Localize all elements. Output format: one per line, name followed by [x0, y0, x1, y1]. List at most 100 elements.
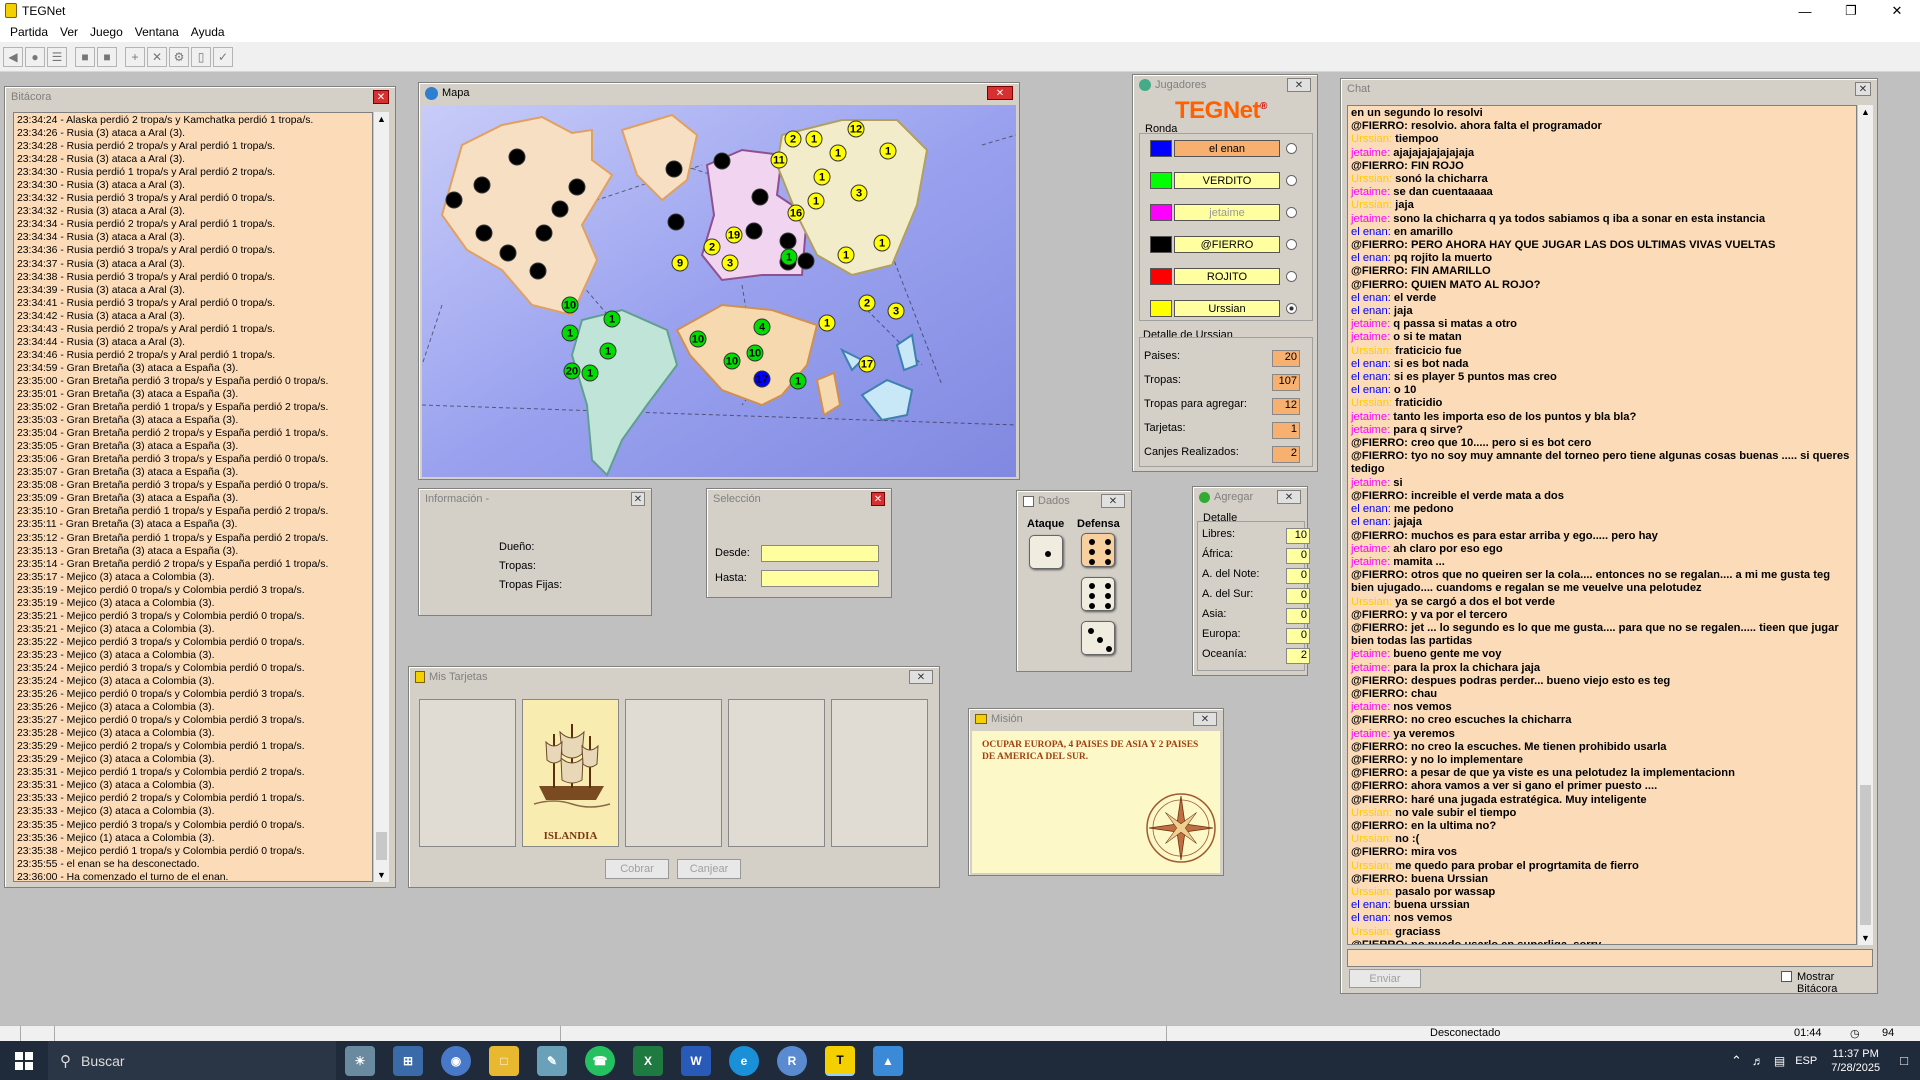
country-marker[interactable]: 16	[787, 204, 805, 222]
country-marker[interactable]: 3	[667, 213, 685, 231]
list-icon[interactable]: ☰	[47, 46, 67, 67]
agregar-value[interactable]: 0	[1286, 568, 1310, 584]
country-marker[interactable]: 11	[770, 151, 788, 169]
country-marker[interactable]: 2	[858, 294, 876, 312]
player-row[interactable]: jetaime	[1150, 204, 1300, 222]
agregar-value[interactable]: 0	[1286, 588, 1310, 604]
mision-close-button[interactable]: ✕	[1193, 712, 1217, 726]
country-marker[interactable]: 1	[813, 168, 831, 186]
player-radio[interactable]	[1286, 271, 1297, 282]
world-map[interactable]: 1121111112232111921932112111113161111110…	[422, 105, 1016, 477]
country-marker[interactable]: 10	[561, 296, 579, 314]
end-turn-icon[interactable]: ✓	[213, 46, 233, 67]
country-marker[interactable]: 2	[445, 191, 463, 209]
calculator-app-icon[interactable]: ⊞	[393, 1045, 423, 1076]
agregar-value[interactable]: 2	[1286, 648, 1310, 664]
chat-close-button[interactable]: ✕	[1855, 82, 1871, 96]
agregar-value[interactable]: 0	[1286, 548, 1310, 564]
country-marker[interactable]: 2	[784, 130, 802, 148]
country-marker[interactable]: 4	[753, 318, 771, 336]
whatsapp-icon[interactable]: ☎	[585, 1045, 615, 1076]
card-slot-empty[interactable]	[728, 699, 825, 847]
country-marker[interactable]: 9	[671, 254, 689, 272]
agregar-close-button[interactable]: ✕	[1277, 490, 1301, 504]
add-icon[interactable]: +	[125, 46, 145, 67]
player-row[interactable]: VERDITO	[1150, 172, 1300, 190]
attack-icon[interactable]: ✕	[147, 46, 167, 67]
country-marker[interactable]: 1	[535, 224, 553, 242]
bitacora-close-button[interactable]: ✕	[373, 90, 389, 104]
mostrar-bitacora-checkbox[interactable]	[1781, 971, 1792, 982]
menu-ventana[interactable]: Ventana	[129, 25, 185, 39]
stop-icon[interactable]: ●	[25, 46, 45, 67]
player-row[interactable]: el enan	[1150, 140, 1300, 158]
tray-chevron-icon[interactable]: ⌃	[1731, 1053, 1742, 1069]
menu-ayuda[interactable]: Ayuda	[185, 25, 231, 39]
r-app-icon[interactable]: R	[777, 1045, 807, 1076]
canjear-button[interactable]: Canjear	[677, 859, 741, 879]
player-row[interactable]: Urssian	[1150, 300, 1300, 318]
country-marker[interactable]: 1	[829, 144, 847, 162]
country-marker[interactable]: 1	[568, 178, 586, 196]
country-marker[interactable]: 2	[713, 152, 731, 170]
country-marker[interactable]: 1	[473, 176, 491, 194]
player-row[interactable]: ROJITO	[1150, 268, 1300, 286]
cobrar-button[interactable]: Cobrar	[605, 859, 669, 879]
country-marker[interactable]: 1	[529, 262, 547, 280]
notifications-icon[interactable]: □	[1900, 1053, 1908, 1068]
hasta-field[interactable]	[761, 570, 879, 587]
country-marker[interactable]: 1	[499, 244, 517, 262]
tarjetas-close-button[interactable]: ✕	[909, 670, 933, 684]
image-app-icon[interactable]: ▲	[873, 1045, 903, 1076]
country-marker[interactable]: 1	[603, 310, 621, 328]
word-icon[interactable]: W	[681, 1045, 711, 1076]
mapa-close-button[interactable]: ✕	[987, 86, 1013, 100]
jugadores-close-button[interactable]: ✕	[1287, 78, 1311, 92]
country-marker[interactable]: 12	[847, 120, 865, 138]
agregar-value[interactable]: 10	[1286, 528, 1310, 544]
chat-scrollbar[interactable]: ▲ ▼	[1857, 105, 1873, 945]
volume-icon[interactable]: ♬	[1752, 1054, 1764, 1068]
country-marker[interactable]: 3	[721, 254, 739, 272]
agregar-value[interactable]: 0	[1286, 628, 1310, 644]
regroup-icon[interactable]: ⚙	[169, 46, 189, 67]
country-marker[interactable]: 3	[887, 302, 905, 320]
country-marker[interactable]: 1	[780, 248, 798, 266]
agregar-value[interactable]: 0	[1286, 608, 1310, 624]
country-marker[interactable]: 1	[818, 314, 836, 332]
country-marker[interactable]: 10	[746, 344, 764, 362]
file-explorer-icon[interactable]: □	[489, 1045, 519, 1076]
notes-app-icon[interactable]: ✎	[537, 1045, 567, 1076]
edge-icon[interactable]: e	[729, 1045, 759, 1076]
weather-app-icon[interactable]: ☀	[345, 1045, 375, 1076]
menu-juego[interactable]: Juego	[84, 25, 129, 39]
country-marker[interactable]: 1	[745, 222, 763, 240]
tegnet-taskbar-icon[interactable]: T	[825, 1045, 855, 1076]
country-marker[interactable]: 2	[703, 238, 721, 256]
country-marker[interactable]: 1	[789, 372, 807, 390]
country-marker[interactable]: 17	[858, 355, 876, 373]
player-radio[interactable]	[1286, 239, 1297, 250]
connect-icon[interactable]: ◀	[3, 46, 23, 67]
desde-field[interactable]	[761, 545, 879, 562]
taskbar-search[interactable]: ⚲ Buscar	[48, 1041, 336, 1080]
close-window-button[interactable]: ✕	[1874, 0, 1920, 22]
country-marker[interactable]: 1	[879, 142, 897, 160]
country-marker[interactable]: 1	[805, 130, 823, 148]
country-marker[interactable]: 1	[561, 324, 579, 342]
country-marker[interactable]: 17	[753, 370, 771, 388]
windows-start-icon[interactable]	[0, 1051, 48, 1070]
country-marker[interactable]: 1	[807, 192, 825, 210]
card-icon[interactable]: ▯	[191, 46, 211, 67]
dados-close-button[interactable]: ✕	[1101, 494, 1125, 508]
panel2-icon[interactable]: ■	[97, 46, 117, 67]
informacion-close-button[interactable]: ✕	[631, 492, 645, 506]
country-marker[interactable]: 1	[873, 234, 891, 252]
bitacora-scrollbar[interactable]: ▲ ▼	[373, 112, 389, 882]
country-marker[interactable]: 1	[551, 200, 569, 218]
card-islandia[interactable]: ISLANDIA	[522, 699, 619, 847]
panel-icon[interactable]: ■	[75, 46, 95, 67]
taskbar-clock[interactable]: 11:37 PM 7/28/2025	[1831, 1047, 1880, 1075]
player-radio[interactable]	[1286, 175, 1297, 186]
country-marker[interactable]: 3	[850, 184, 868, 202]
